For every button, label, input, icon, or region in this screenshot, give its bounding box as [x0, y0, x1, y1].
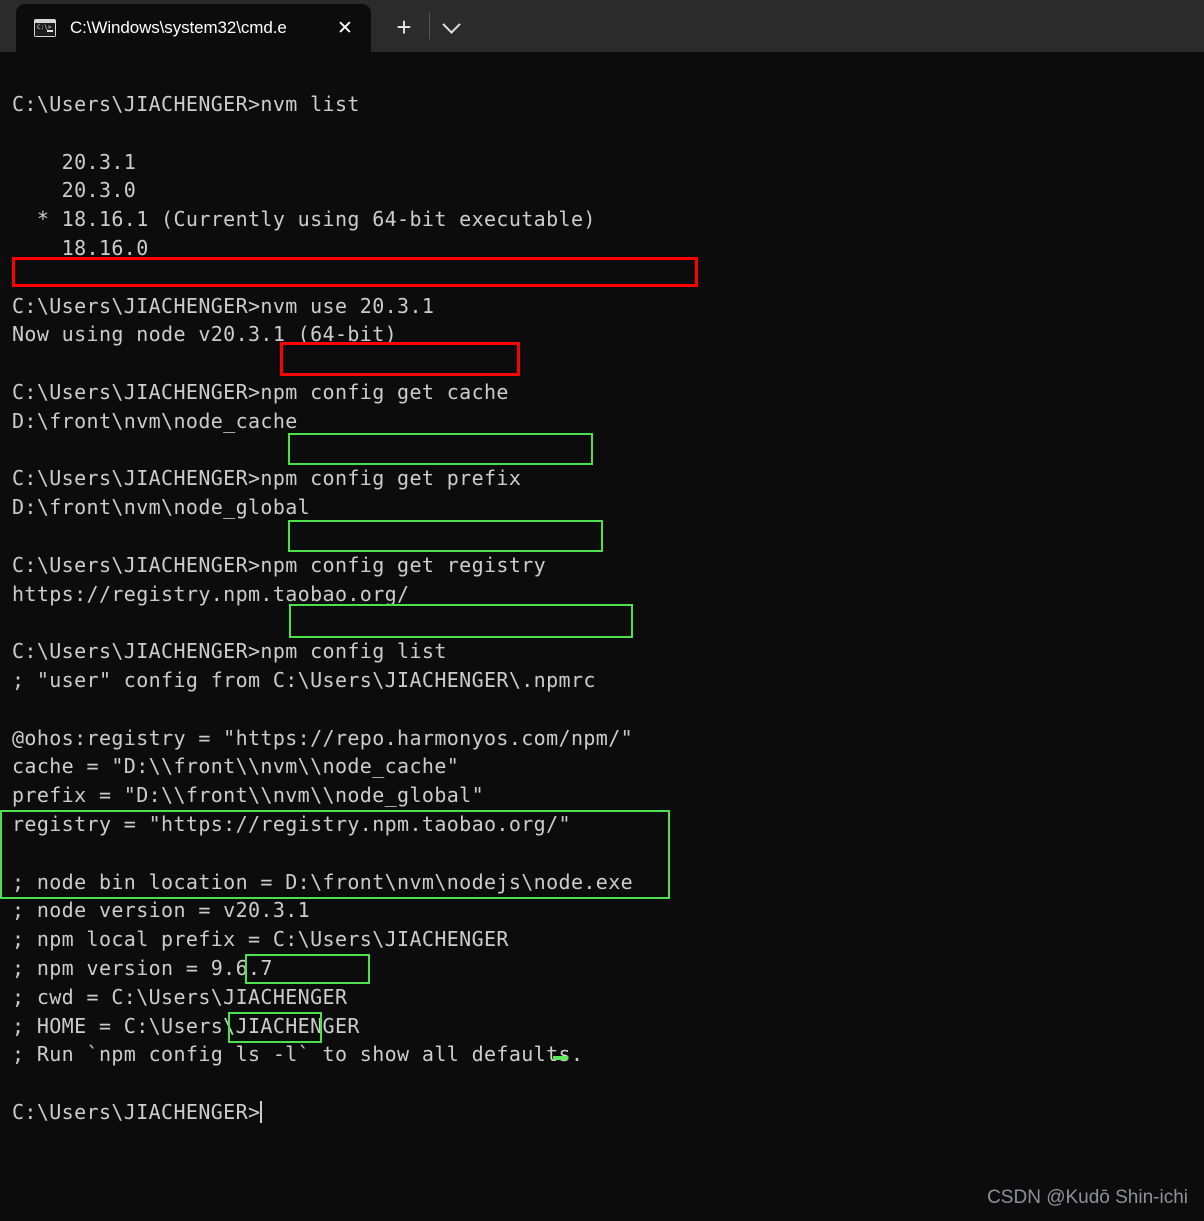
terminal-line: ; cwd = C:\Users\JIACHENGER	[12, 984, 348, 1009]
terminal-line: ; node version = v20.3.1	[12, 898, 311, 923]
terminal-output: C:\Users\JIACHENGER>nvm list 20.3.1 20.3…	[12, 90, 633, 1127]
green-dash-marker	[553, 1056, 568, 1060]
terminal-line: ; Run `npm config ls -l` to show all def…	[12, 1042, 584, 1067]
tab-bar-divider	[429, 13, 430, 39]
terminal-line: https://registry.npm.taobao.org/	[12, 581, 410, 606]
terminal-line: cache = "D:\\front\\nvm\\node_cache"	[12, 754, 460, 779]
terminal-line: C:\Users\JIACHENGER>npm config list	[12, 639, 447, 664]
cmd-console-icon: C:\>	[34, 19, 56, 37]
text-cursor	[260, 1100, 263, 1123]
terminal-line: C:\Users\JIACHENGER>npm config get prefi…	[12, 466, 522, 491]
terminal-line: ; npm local prefix = C:\Users\JIACHENGER	[12, 927, 509, 952]
tab-title-label: C:\Windows\system32\cmd.e	[70, 18, 287, 37]
terminal-line: * 18.16.1 (Currently using 64-bit execut…	[12, 207, 596, 232]
chevron-down-glyph	[441, 14, 461, 34]
terminal-line: ; node bin location = D:\front\nvm\nodej…	[12, 869, 634, 894]
terminal-line: 18.16.0	[12, 235, 149, 260]
cmd-icon-underscore	[47, 30, 53, 32]
new-tab-button[interactable]: +	[385, 8, 423, 46]
terminal-line: C:\Users\JIACHENGER>npm config get cache	[12, 379, 509, 404]
terminal-line: registry = "https://registry.npm.taobao.…	[12, 811, 571, 836]
terminal-surface[interactable]: C:\Users\JIACHENGER>nvm list 20.3.1 20.3…	[0, 52, 1204, 1221]
watermark-label: CSDN @Kudō Shin-ichi	[987, 1187, 1188, 1208]
terminal-line: C:\Users\JIACHENGER>nvm list	[12, 92, 360, 116]
terminal-line: ; HOME = C:\Users\JIACHENGER	[12, 1013, 360, 1038]
terminal-line: D:\front\nvm\node_global	[12, 495, 311, 520]
terminal-line: C:\Users\JIACHENGER>nvm use 20.3.1	[12, 293, 435, 318]
terminal-line: Now using node v20.3.1 (64-bit)	[12, 322, 398, 347]
terminal-line: D:\front\nvm\node_cache	[12, 408, 298, 433]
terminal-line: 20.3.1	[12, 149, 137, 174]
terminal-line: 20.3.0	[12, 178, 137, 203]
terminal-line: ; npm version = 9.6.7	[12, 955, 273, 980]
terminal-tab[interactable]: C:\> C:\Windows\system32\cmd.e ✕	[16, 4, 371, 52]
window-title-bar: C:\> C:\Windows\system32\cmd.e ✕ +	[0, 0, 1204, 52]
terminal-line: ; "user" config from C:\Users\JIACHENGER…	[12, 667, 596, 692]
terminal-line: @ohos:registry = "https://repo.harmonyos…	[12, 725, 634, 750]
terminal-line: C:\Users\JIACHENGER>	[12, 1099, 263, 1124]
chevron-down-icon[interactable]	[434, 10, 468, 44]
terminal-line: C:\Users\JIACHENGER>npm config get regis…	[12, 552, 547, 577]
close-icon[interactable]: ✕	[325, 8, 365, 48]
terminal-line: prefix = "D:\\front\\nvm\\node_global"	[12, 783, 484, 808]
